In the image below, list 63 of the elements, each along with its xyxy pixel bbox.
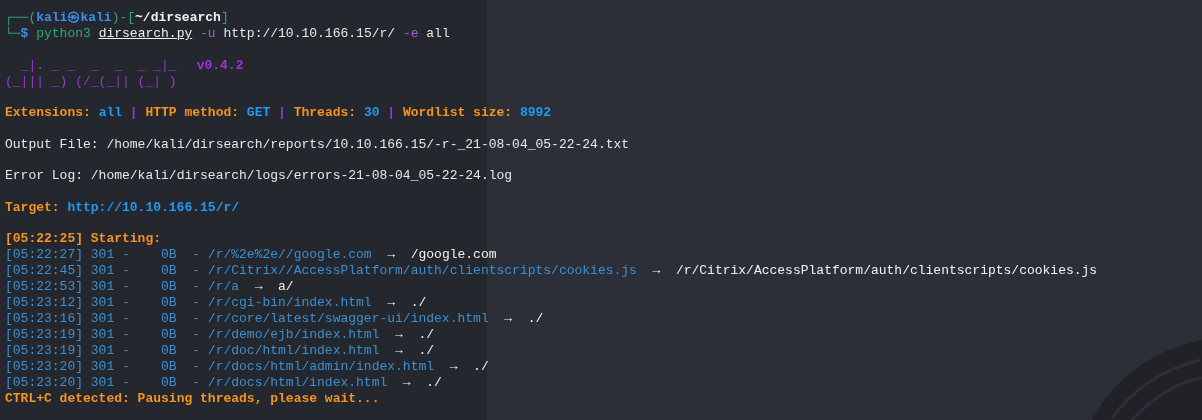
- version-label: v0.4.2: [196, 57, 244, 74]
- error-log-text: Error Log: /home/kali/dirsearch/logs/errors-21-08-04_05-22-24.log: [5, 168, 513, 184]
- redirect-target: ./: [410, 295, 427, 311]
- result-line: [05:23:19] 301 - 0B - /r/doc/html/index.html: [5, 343, 380, 359]
- redirect-target: /google.com: [410, 247, 497, 263]
- command-argument: all: [426, 26, 450, 42]
- prompt-path: ~/dirsearch: [135, 10, 221, 26]
- redirect-arrow: →: [652, 263, 661, 279]
- banner-art: (_||| _) (/_(_|| (_| ): [5, 73, 177, 90]
- command-argument: -e: [402, 26, 419, 42]
- redirect-arrow: →: [449, 359, 458, 375]
- config-value: 8992: [519, 105, 552, 121]
- prompt-frame: ┌──(: [5, 10, 37, 26]
- separator: |: [129, 105, 138, 121]
- redirect-arrow: →: [395, 343, 403, 359]
- result-line: [05:22:45] 301 - 0B - /r/Citrix//AccessPlatform/auth/clientscripts/cookies.js: [5, 263, 637, 279]
- config-label: Threads:: [293, 105, 357, 121]
- result-line: [05:23:16] 301 - 0B - /r/core/latest/swagger-ui/index.html: [5, 311, 489, 327]
- command-argument: -u: [200, 26, 216, 42]
- redirect-arrow: →: [402, 375, 411, 391]
- banner-art: _|. _ _ _ _ _ _|_: [19, 57, 177, 74]
- command-argument: http://10.10.166.15/r/: [223, 26, 396, 42]
- result-line: [05:22:53] 301 - 0B - /r/a: [5, 279, 240, 295]
- config-value: GET: [246, 105, 271, 121]
- interrupt-message: CTRL+C detected: Pausing threads, please wait...: [5, 391, 380, 407]
- redirect-target: a/: [278, 279, 294, 295]
- redirect-target: ./: [527, 311, 544, 327]
- result-line: [05:23:12] 301 - 0B - /r/cgi-bin/index.html: [5, 295, 372, 311]
- result-line: [05:23:20] 301 - 0B - /r/docs/html/admin/index.html: [5, 359, 435, 375]
- redirect-target: ./: [418, 343, 435, 359]
- redirect-arrow: →: [395, 327, 403, 343]
- config-label: Extensions:: [5, 105, 91, 121]
- separator: |: [387, 105, 396, 121]
- result-line: [05:22:27] 301 - 0B - /r/%2e%2e//google.com: [5, 247, 372, 263]
- prompt-user: kali: [36, 10, 68, 26]
- config-value: all: [98, 105, 123, 121]
- target-url: http://10.10.166.15/r/: [67, 199, 240, 216]
- config-label: HTTP method:: [145, 105, 240, 121]
- redirect-arrow: →: [387, 247, 396, 263]
- prompt-frame: ]: [220, 10, 229, 26]
- redirect-target: ./: [426, 375, 442, 391]
- command-program: python3: [36, 26, 91, 42]
- redirect-target: ./: [418, 327, 435, 343]
- command-script: dirsearch.py: [98, 26, 193, 42]
- redirect-arrow: →: [254, 279, 263, 295]
- separator: |: [278, 105, 286, 121]
- redirect-arrow: →: [387, 295, 396, 311]
- prompt-frame: )-[: [111, 10, 136, 26]
- config-value: 30: [363, 105, 380, 121]
- redirect-target: ./: [473, 359, 489, 375]
- start-time: [05:22:25]: [5, 231, 83, 247]
- prompt-sign: $: [20, 26, 29, 42]
- redirect-target: /r/Citrix/AccessPlatform/auth/clientscripts/cookies.js: [675, 263, 1098, 279]
- output-file-text: Output File: /home/kali/dirsearch/reports/10.10.166.15/-r-_21-08-04_05-22-24.txt: [5, 136, 630, 153]
- prompt-at-sign: ㉿: [67, 10, 81, 26]
- result-line: [05:23:20] 301 - 0B - /r/docs/html/index.html: [5, 375, 388, 391]
- config-label: Wordlist size:: [402, 105, 513, 121]
- redirect-arrow: →: [504, 311, 513, 327]
- prompt-frame: └─: [5, 26, 21, 42]
- start-label: Starting:: [90, 231, 162, 247]
- prompt-host: kali: [80, 10, 112, 26]
- result-line: [05:23:19] 301 - 0B - /r/demo/ejb/index.html: [5, 327, 380, 343]
- target-label: Target:: [5, 199, 60, 216]
